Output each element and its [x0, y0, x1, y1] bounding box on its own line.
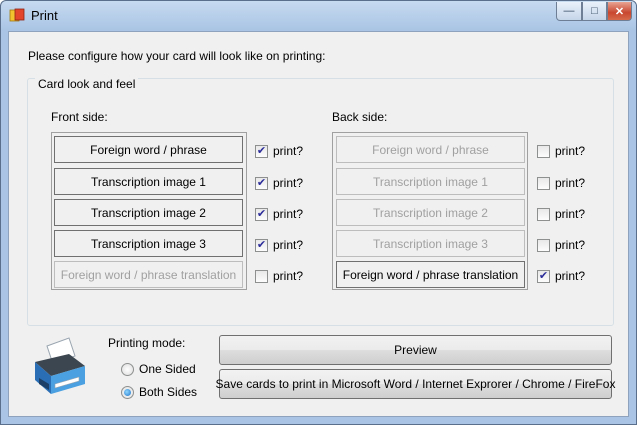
- minimize-icon: —: [563, 5, 575, 17]
- maximize-icon: □: [591, 5, 598, 17]
- print-label: print?: [273, 207, 304, 221]
- printing-mode-label: Printing mode:: [108, 336, 186, 350]
- back-side-label: Back side:: [332, 110, 388, 124]
- app-icon: [9, 8, 25, 22]
- front-transcription-image-1-field[interactable]: Transcription image 1: [54, 168, 243, 195]
- back-transcription-image-2-field[interactable]: Transcription image 2: [336, 199, 525, 226]
- save-cards-button[interactable]: Save cards to print in Microsoft Word / …: [216, 369, 615, 399]
- print-label: print?: [555, 207, 586, 221]
- back-transcription-2-print-checkbox[interactable]: [537, 208, 550, 221]
- back-transcription-image-1-field[interactable]: Transcription image 1: [336, 168, 525, 195]
- front-foreign-word-print-checkbox[interactable]: ✔: [255, 145, 268, 158]
- front-transcription-image-2-field[interactable]: Transcription image 2: [54, 199, 243, 226]
- print-label: print?: [555, 238, 586, 252]
- front-foreign-word-field[interactable]: Foreign word / phrase: [54, 136, 243, 163]
- front-transcription-1-print-checkbox[interactable]: ✔: [255, 177, 268, 190]
- front-transcription-image-3-field[interactable]: Transcription image 3: [54, 230, 243, 257]
- close-icon: ✕: [614, 5, 625, 18]
- print-label: print?: [273, 238, 304, 252]
- back-transcription-1-print-checkbox[interactable]: [537, 177, 550, 190]
- front-side-label: Front side:: [51, 110, 108, 124]
- print-label: print?: [273, 269, 304, 283]
- front-transcription-3-print-checkbox[interactable]: ✔: [255, 239, 268, 252]
- title-bar[interactable]: Print — □ ✕: [1, 1, 636, 31]
- back-transcription-3-print-checkbox[interactable]: [537, 239, 550, 252]
- back-translation-print-checkbox[interactable]: ✔: [537, 270, 550, 283]
- one-sided-label: One Sided: [139, 362, 196, 376]
- window-title: Print: [31, 8, 58, 23]
- back-foreign-word-print-checkbox[interactable]: [537, 145, 550, 158]
- maximize-button[interactable]: □: [582, 2, 607, 21]
- front-translation-field[interactable]: Foreign word / phrase translation: [54, 261, 243, 288]
- minimize-button[interactable]: —: [556, 2, 582, 21]
- front-transcription-2-print-checkbox[interactable]: ✔: [255, 208, 268, 221]
- print-label: print?: [555, 269, 586, 283]
- both-sides-label: Both Sides: [139, 385, 198, 399]
- print-label: print?: [555, 176, 586, 190]
- print-dialog-window: Print — □ ✕ Please configure how your ca…: [0, 0, 637, 425]
- close-button[interactable]: ✕: [607, 2, 632, 21]
- print-label: print?: [273, 144, 304, 158]
- back-translation-field[interactable]: Foreign word / phrase translation: [336, 261, 525, 288]
- print-label: print?: [273, 176, 304, 190]
- one-sided-radio[interactable]: [121, 363, 134, 376]
- card-look-group-legend: Card look and feel: [35, 77, 139, 91]
- both-sides-radio[interactable]: [121, 386, 134, 399]
- dialog-client-area: Please configure how your card will look…: [8, 31, 629, 417]
- preview-button[interactable]: Preview: [219, 335, 612, 365]
- back-transcription-image-3-field[interactable]: Transcription image 3: [336, 230, 525, 257]
- front-translation-print-checkbox[interactable]: [255, 270, 268, 283]
- print-label: print?: [555, 144, 586, 158]
- printer-icon: [35, 337, 85, 394]
- back-foreign-word-field[interactable]: Foreign word / phrase: [336, 136, 525, 163]
- intro-text: Please configure how your card will look…: [28, 49, 326, 63]
